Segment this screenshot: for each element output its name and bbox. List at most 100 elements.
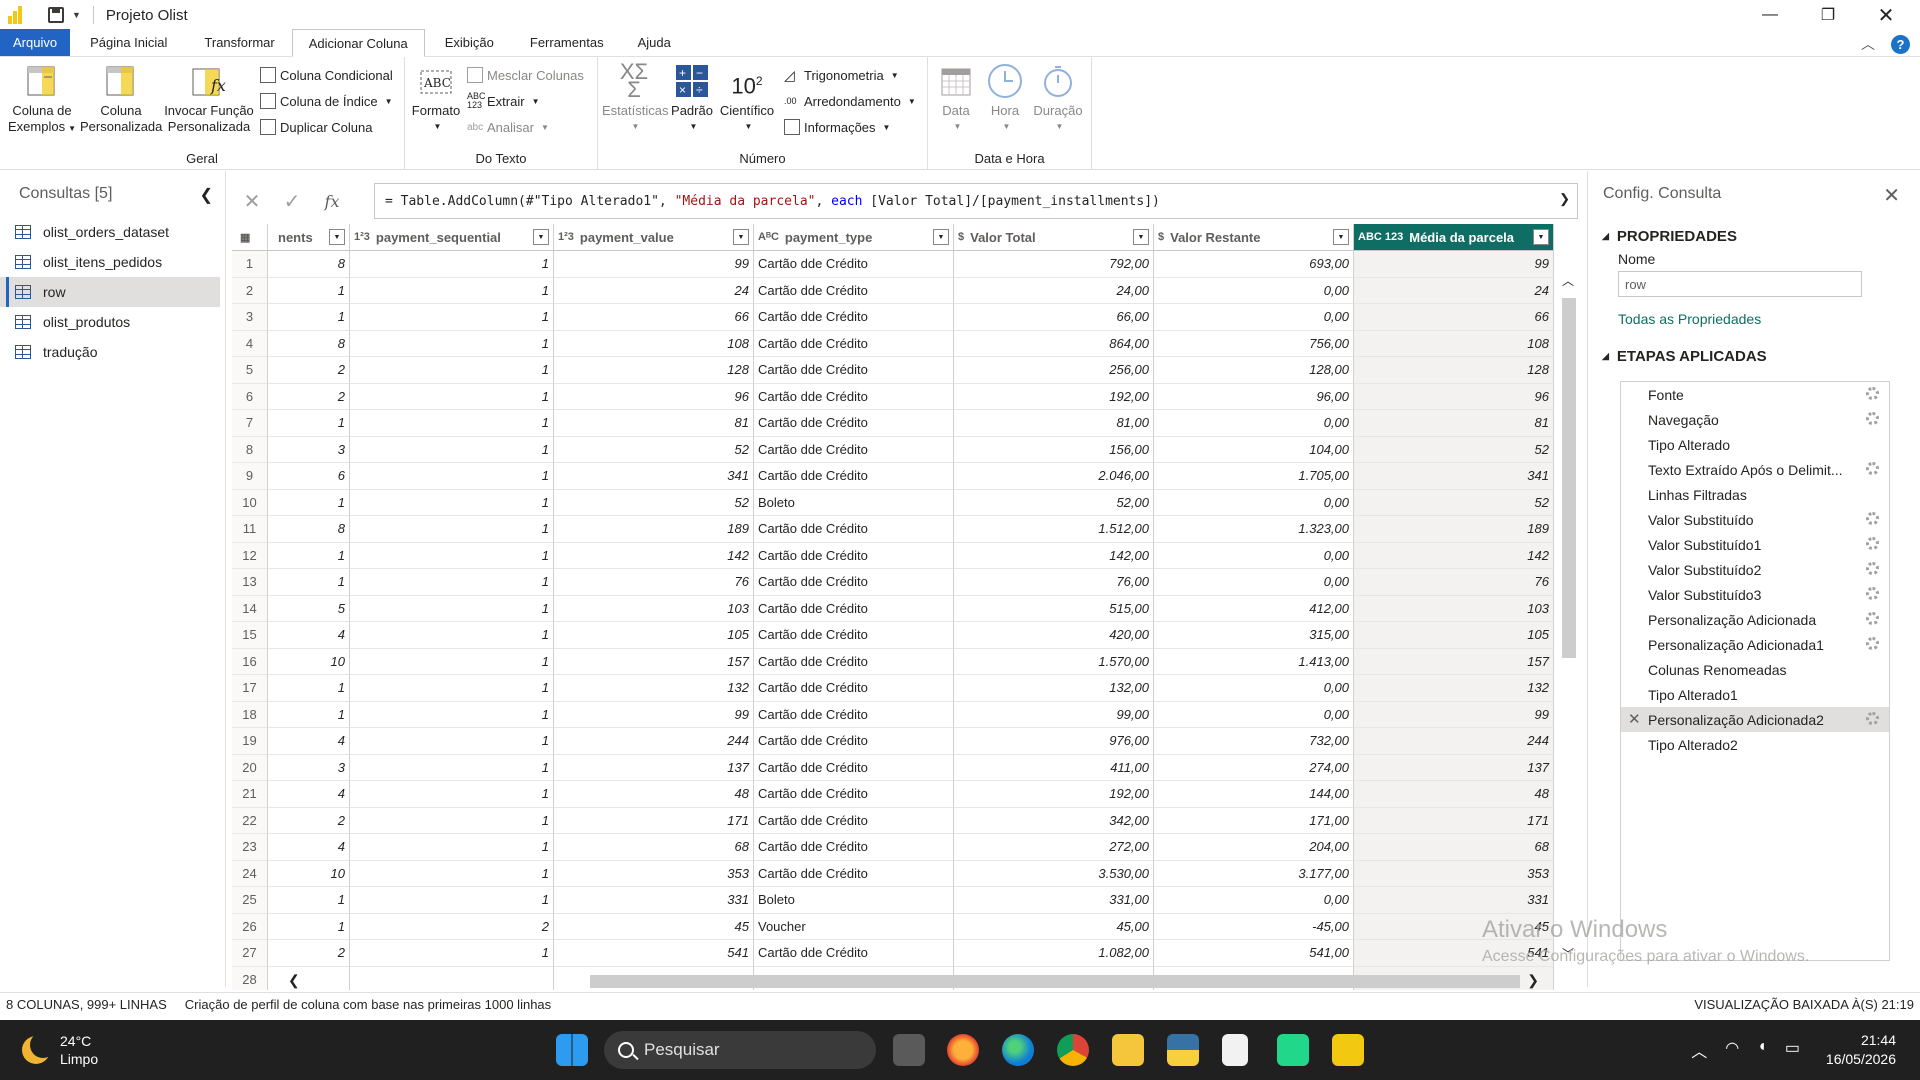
delete-step-icon[interactable]: ✕	[1628, 710, 1641, 728]
table-cell[interactable]: 5	[268, 595, 350, 622]
row-number[interactable]: 6	[232, 383, 268, 410]
table-cell[interactable]: -45,00	[1154, 913, 1354, 940]
row-number[interactable]: 17	[232, 675, 268, 702]
column-type-icon[interactable]: 1²3	[354, 231, 370, 243]
table-cell[interactable]: 99	[1354, 251, 1554, 278]
query-item[interactable]: olist_itens_pedidos	[0, 247, 225, 277]
table-cell[interactable]: 0,00	[1154, 887, 1354, 914]
column-type-icon[interactable]: $	[958, 231, 964, 243]
wifi-icon[interactable]: ◠	[1725, 1038, 1739, 1062]
battery-icon[interactable]: ▭	[1785, 1038, 1800, 1062]
table-cell[interactable]: 1	[350, 675, 554, 702]
show-hidden-icons-icon[interactable]: ︿	[1691, 1038, 1707, 1062]
column-type-icon[interactable]: ABC 123	[1358, 231, 1403, 243]
table-cell[interactable]: 1.512,00	[954, 516, 1154, 543]
tab-arquivo[interactable]: Arquivo	[0, 29, 71, 56]
extrair-button[interactable]: ABC 123 Extrair ▼	[467, 91, 539, 111]
table-cell[interactable]: 1	[268, 410, 350, 437]
row-number[interactable]: 16	[232, 648, 268, 675]
vertical-scrollbar[interactable]: ︿ ﹀	[1560, 272, 1578, 962]
column-filter-dropdown-icon[interactable]: ▼	[329, 229, 345, 245]
table-cell[interactable]: 341	[554, 463, 754, 490]
applied-step[interactable]: Valor Substituído	[1621, 507, 1889, 532]
close-window-icon[interactable]: ✕	[1858, 0, 1914, 30]
table-cell[interactable]: 171	[554, 807, 754, 834]
table-cell[interactable]: 0,00	[1154, 410, 1354, 437]
applied-step[interactable]: Valor Substituído3	[1621, 582, 1889, 607]
table-cell[interactable]: 1	[350, 542, 554, 569]
applied-step[interactable]: Personalização Adicionada1	[1621, 632, 1889, 657]
table-cell[interactable]: 2	[268, 807, 350, 834]
table-cell[interactable]: 1	[350, 622, 554, 649]
table-cell[interactable]: 108	[554, 330, 754, 357]
trigonometria-button[interactable]: ◿ Trigonometria ▼	[784, 65, 899, 85]
table-cell[interactable]: 192,00	[954, 383, 1154, 410]
table-cell[interactable]: Cartão dde Crédito	[754, 569, 954, 596]
table-cell[interactable]: Cartão dde Crédito	[754, 728, 954, 755]
table-cell[interactable]: 412,00	[1154, 595, 1354, 622]
table-cell[interactable]: 8	[268, 251, 350, 278]
mesclar-colunas-button[interactable]: Mesclar Colunas	[467, 65, 584, 85]
row-number[interactable]: 8	[232, 436, 268, 463]
applied-step[interactable]: Fonte	[1621, 382, 1889, 407]
informacoes-button[interactable]: Informações ▼	[784, 117, 890, 137]
table-cell[interactable]: 189	[1354, 516, 1554, 543]
save-icon[interactable]	[48, 7, 64, 23]
close-settings-icon[interactable]: ✕	[1883, 183, 1900, 208]
table-cell[interactable]: 52,00	[954, 489, 1154, 516]
task-view-icon[interactable]	[893, 1034, 925, 1066]
table-cell[interactable]: 48	[1354, 781, 1554, 808]
tab-pagina-inicial[interactable]: Página Inicial	[70, 29, 187, 56]
coluna-condicional-button[interactable]: Coluna Condicional	[260, 65, 393, 85]
step-settings-gear-icon[interactable]	[1866, 387, 1879, 400]
collapse-properties-icon[interactable]: ◢	[1602, 231, 1609, 242]
table-cell[interactable]: 420,00	[954, 622, 1154, 649]
tab-exibicao[interactable]: Exibição	[425, 29, 514, 56]
table-cell[interactable]: 52	[554, 436, 754, 463]
table-cell[interactable]: 108	[1354, 330, 1554, 357]
minimize-icon[interactable]: —	[1742, 0, 1798, 30]
cientifico-button[interactable]: 102 Científico ▼	[718, 63, 776, 135]
column-header[interactable]: 1²3 payment_sequential ▼	[350, 224, 554, 251]
table-cell[interactable]: 1.413,00	[1154, 648, 1354, 675]
estatisticas-button[interactable]: XΣ Σ Estatísticas ▼	[602, 61, 668, 135]
table-cell[interactable]: Cartão dde Crédito	[754, 860, 954, 887]
table-cell[interactable]: 76,00	[954, 569, 1154, 596]
table-cell[interactable]: 52	[1354, 489, 1554, 516]
row-number[interactable]: 3	[232, 304, 268, 331]
table-cell[interactable]: Cartão dde Crédito	[754, 277, 954, 304]
table-cell[interactable]: 142,00	[954, 542, 1154, 569]
applied-step[interactable]: Tipo Alterado1	[1621, 682, 1889, 707]
table-cell[interactable]: Cartão dde Crédito	[754, 463, 954, 490]
table-cell[interactable]: 693,00	[1154, 251, 1354, 278]
table-cell[interactable]: 104,00	[1154, 436, 1354, 463]
row-number[interactable]: 2	[232, 277, 268, 304]
table-cell[interactable]: 792,00	[954, 251, 1154, 278]
taskbar-clock[interactable]: 21:44 16/05/2026	[1826, 1031, 1896, 1069]
query-item[interactable]: row	[0, 277, 220, 307]
table-cell[interactable]: 2	[268, 940, 350, 967]
table-cell[interactable]: 8	[268, 516, 350, 543]
table-cell[interactable]: 137	[1354, 754, 1554, 781]
python-icon[interactable]	[1167, 1034, 1199, 1066]
table-cell[interactable]: Cartão dde Crédito	[754, 357, 954, 384]
table-cell[interactable]: 0,00	[1154, 542, 1354, 569]
table-cell[interactable]: 1	[350, 807, 554, 834]
table-cell[interactable]: 2	[268, 357, 350, 384]
table-cell[interactable]: 1	[350, 595, 554, 622]
table-cell[interactable]: 1	[268, 675, 350, 702]
table-cell[interactable]: Cartão dde Crédito	[754, 754, 954, 781]
table-cell[interactable]: Cartão dde Crédito	[754, 807, 954, 834]
row-number[interactable]: 27	[232, 940, 268, 967]
step-settings-gear-icon[interactable]	[1866, 462, 1879, 475]
table-cell[interactable]: 0,00	[1154, 277, 1354, 304]
cancel-formula-icon[interactable]: ✕	[232, 189, 272, 214]
table-cell[interactable]: 171,00	[1154, 807, 1354, 834]
table-cell[interactable]: Cartão dde Crédito	[754, 595, 954, 622]
table-cell[interactable]: 1	[350, 330, 554, 357]
table-cell[interactable]: 137	[554, 754, 754, 781]
table-cell[interactable]: 142	[1354, 542, 1554, 569]
scroll-up-icon[interactable]: ︿	[1562, 272, 1574, 289]
table-cell[interactable]: 1.082,00	[954, 940, 1154, 967]
table-cell[interactable]: 99,00	[954, 701, 1154, 728]
